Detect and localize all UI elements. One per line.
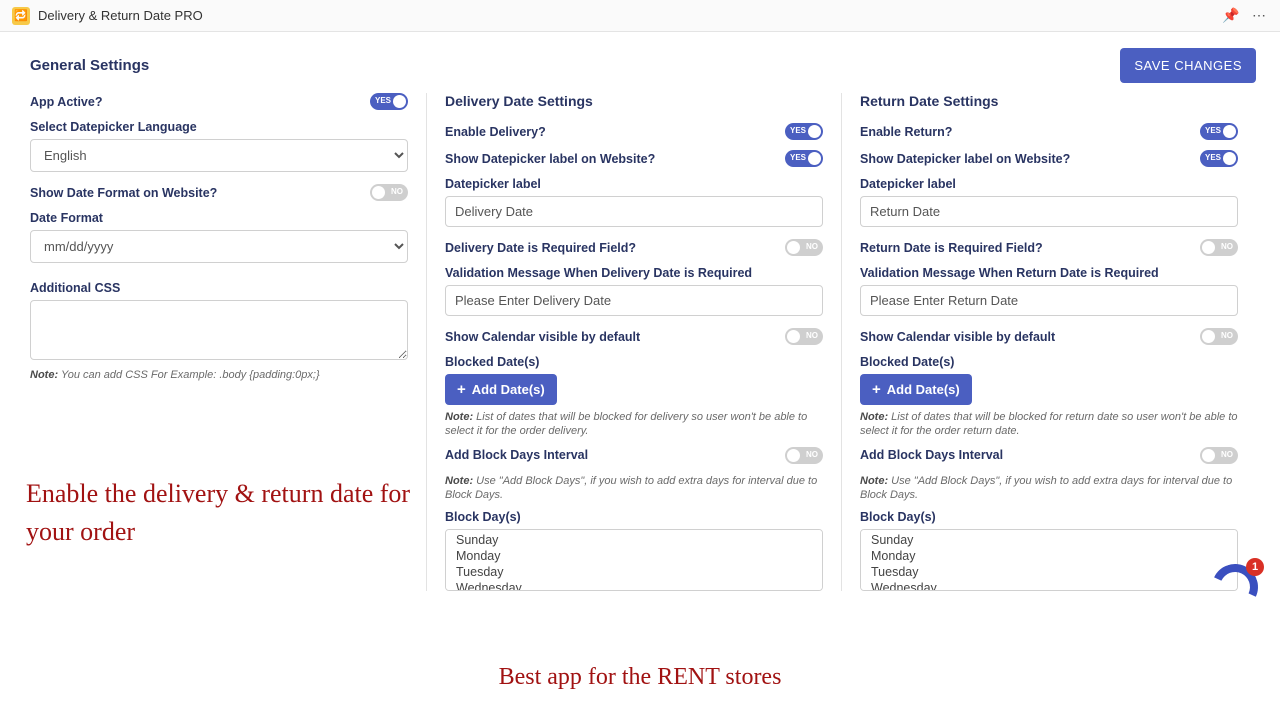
promo-text-2: Best app for the RENT stores: [0, 664, 1280, 691]
delivery-dp-label-label: Datepicker label: [445, 177, 823, 191]
list-item[interactable]: Sunday: [861, 532, 1237, 548]
enable-return-label: Enable Return?: [860, 125, 952, 139]
delivery-show-label-toggle[interactable]: YES: [785, 150, 823, 167]
delivery-interval-note: Note: Use "Add Block Days", if you wish …: [445, 474, 823, 503]
enable-return-toggle[interactable]: YES: [1200, 123, 1238, 140]
plus-icon: +: [457, 382, 466, 397]
return-show-label-label: Show Datepicker label on Website?: [860, 152, 1070, 166]
return-required-label: Return Date is Required Field?: [860, 241, 1043, 255]
more-icon[interactable]: ⋯: [1250, 7, 1268, 24]
chat-widget[interactable]: 1: [1212, 564, 1258, 610]
chat-badge: 1: [1246, 558, 1264, 576]
return-title: Return Date Settings: [860, 93, 1238, 109]
lang-label: Select Datepicker Language: [30, 120, 408, 134]
return-add-dates-button[interactable]: +Add Date(s): [860, 374, 972, 405]
plus-icon: +: [872, 382, 881, 397]
return-blocked-note: Note: List of dates that will be blocked…: [860, 410, 1238, 439]
return-block-days-label: Block Day(s): [860, 510, 1238, 524]
delivery-add-dates-button[interactable]: +Add Date(s): [445, 374, 557, 405]
css-note: Note: You can add CSS For Example: .body…: [30, 368, 408, 382]
return-interval-label: Add Block Days Interval: [860, 448, 1003, 462]
return-dp-label-input[interactable]: [860, 196, 1238, 227]
app-title: Delivery & Return Date PRO: [38, 8, 203, 23]
delivery-required-toggle[interactable]: NO: [785, 239, 823, 256]
delivery-show-cal-label: Show Calendar visible by default: [445, 330, 640, 344]
app-icon: 🔁: [12, 7, 30, 25]
additional-css-label: Additional CSS: [30, 281, 408, 295]
delivery-required-label: Delivery Date is Required Field?: [445, 241, 636, 255]
enable-delivery-toggle[interactable]: YES: [785, 123, 823, 140]
list-item[interactable]: Tuesday: [446, 564, 822, 580]
return-show-cal-toggle[interactable]: NO: [1200, 328, 1238, 345]
titlebar: 🔁 Delivery & Return Date PRO 📌 ⋯: [0, 0, 1280, 32]
delivery-validation-label: Validation Message When Delivery Date is…: [445, 266, 823, 280]
additional-css-textarea[interactable]: [30, 300, 408, 360]
delivery-show-label-label: Show Datepicker label on Website?: [445, 152, 655, 166]
return-interval-toggle[interactable]: NO: [1200, 447, 1238, 464]
save-changes-button[interactable]: SAVE CHANGES: [1120, 48, 1256, 83]
date-format-label: Date Format: [30, 211, 408, 225]
return-column: Return Date Settings Enable Return? YES …: [841, 93, 1256, 591]
delivery-title: Delivery Date Settings: [445, 93, 823, 109]
pin-icon[interactable]: 📌: [1222, 7, 1240, 24]
delivery-column: Delivery Date Settings Enable Delivery? …: [426, 93, 841, 591]
app-active-toggle[interactable]: YES: [370, 93, 408, 110]
list-item[interactable]: Monday: [446, 548, 822, 564]
return-blocked-label: Blocked Date(s): [860, 355, 1238, 369]
delivery-dp-label-input[interactable]: [445, 196, 823, 227]
date-format-select[interactable]: mm/dd/yyyy: [30, 230, 408, 263]
show-date-format-toggle[interactable]: NO: [370, 184, 408, 201]
delivery-block-days-label: Block Day(s): [445, 510, 823, 524]
delivery-show-cal-toggle[interactable]: NO: [785, 328, 823, 345]
delivery-interval-label: Add Block Days Interval: [445, 448, 588, 462]
show-date-format-label: Show Date Format on Website?: [30, 186, 217, 200]
delivery-block-days-list[interactable]: Sunday Monday Tuesday Wednesday: [445, 529, 823, 591]
return-show-cal-label: Show Calendar visible by default: [860, 330, 1055, 344]
list-item[interactable]: Wednesday: [861, 580, 1237, 591]
return-block-days-list[interactable]: Sunday Monday Tuesday Wednesday: [860, 529, 1238, 591]
list-item[interactable]: Sunday: [446, 532, 822, 548]
return-required-toggle[interactable]: NO: [1200, 239, 1238, 256]
delivery-interval-toggle[interactable]: NO: [785, 447, 823, 464]
delivery-blocked-label: Blocked Date(s): [445, 355, 823, 369]
return-validation-label: Validation Message When Return Date is R…: [860, 266, 1238, 280]
general-settings-title: General Settings: [24, 57, 149, 74]
app-active-label: App Active?: [30, 95, 102, 109]
return-validation-input[interactable]: [860, 285, 1238, 316]
enable-delivery-label: Enable Delivery?: [445, 125, 546, 139]
delivery-blocked-note: Note: List of dates that will be blocked…: [445, 410, 823, 439]
language-select[interactable]: English: [30, 139, 408, 172]
list-item[interactable]: Wednesday: [446, 580, 822, 591]
return-show-label-toggle[interactable]: YES: [1200, 150, 1238, 167]
return-interval-note: Note: Use "Add Block Days", if you wish …: [860, 474, 1238, 503]
list-item[interactable]: Tuesday: [861, 564, 1237, 580]
list-item[interactable]: Monday: [861, 548, 1237, 564]
delivery-validation-input[interactable]: [445, 285, 823, 316]
return-dp-label-label: Datepicker label: [860, 177, 1238, 191]
header-row: General Settings SAVE CHANGES: [24, 48, 1256, 83]
promo-text-1: Enable the delivery & return date for yo…: [26, 475, 456, 550]
